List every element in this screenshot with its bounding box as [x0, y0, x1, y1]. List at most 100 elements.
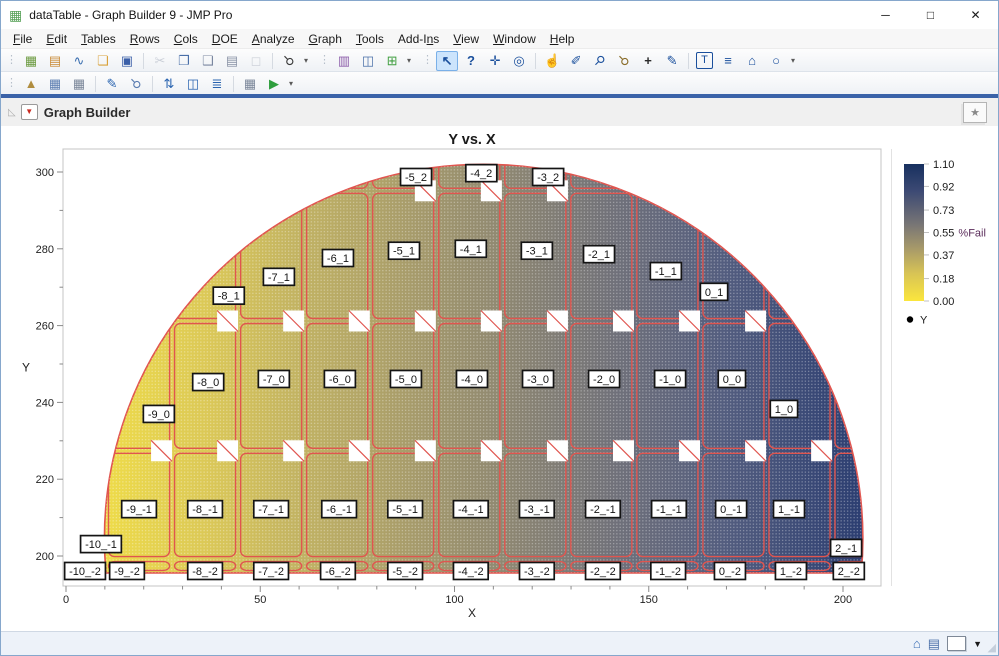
die-label: -3_-2	[524, 566, 550, 578]
copy-icon[interactable]: ❐	[173, 51, 195, 71]
journal-icon[interactable]: ▤	[221, 51, 243, 71]
distribution-icon[interactable]: ▲	[20, 74, 42, 94]
report-header: ◺ ▼ Graph Builder ★	[1, 98, 998, 127]
toolbar-overflow-icon[interactable]: ▾	[304, 56, 308, 65]
brush-tool-icon[interactable]: ✐	[565, 51, 587, 71]
resize-grip-icon[interactable]: ◢	[988, 641, 996, 654]
die-label: -8_-2	[192, 566, 218, 578]
menu-item-addins[interactable]: Add-Ins	[391, 32, 446, 46]
toolbar-separator	[688, 52, 690, 69]
red-triangle-icon: ▼	[25, 107, 34, 116]
svg-text:220: 220	[36, 474, 54, 486]
move-tool-icon[interactable]: ✛	[484, 51, 506, 71]
run-script-icon[interactable]: ▶	[263, 74, 285, 94]
menu-item-doe[interactable]: DOE	[205, 32, 245, 46]
svg-text:300: 300	[36, 167, 54, 179]
sort-columns-icon[interactable]: ⇅	[158, 74, 180, 94]
die-label: -5_0	[395, 374, 417, 386]
close-button[interactable]: ✕	[953, 1, 998, 29]
window-controls: ─ □ ✕	[863, 1, 998, 29]
lasso-tool-icon[interactable]: ⚲	[589, 51, 611, 71]
die-label: -7_-1	[258, 504, 284, 516]
svg-text:0.00: 0.00	[933, 296, 954, 308]
toolbar-grip[interactable]: ⋮	[319, 55, 330, 66]
disclosure-triangle-icon[interactable]: ◺	[8, 107, 16, 118]
toolbar-grip[interactable]: ⋮	[422, 55, 433, 66]
menu-item-window[interactable]: Window	[486, 32, 543, 46]
new-data-table-icon[interactable]: ▦	[20, 51, 42, 71]
menu-item-view[interactable]: View	[446, 32, 486, 46]
menu-item-file[interactable]: File	[6, 32, 39, 46]
svg-text:200: 200	[36, 551, 54, 563]
die-label: -7_1	[268, 272, 290, 284]
legend[interactable]: 1.10 0.92 0.73 0.55 %Fail 0.37 0.18 0.00 Y	[904, 159, 986, 327]
menu-item-help[interactable]: Help	[543, 32, 582, 46]
home-icon[interactable]: ⌂	[913, 637, 921, 650]
python-script-icon[interactable]: ∿	[68, 51, 90, 71]
lock-icon[interactable]: ◻	[245, 51, 267, 71]
die-label: -3_2	[537, 172, 559, 184]
annotate-tool-icon[interactable]: T	[696, 52, 714, 69]
menu-bar: File Edit Tables Rows Cols DOE Analyze Graph Too…	[1, 29, 998, 48]
data-filmstrip-icon[interactable]: ▥	[333, 51, 355, 71]
oval-annotation-icon[interactable]: ○	[765, 51, 787, 71]
svg-text:0.92: 0.92	[933, 181, 954, 193]
add-graph-icon[interactable]: ⊞	[381, 51, 403, 71]
menu-item-analyze[interactable]: Analyze	[245, 32, 302, 46]
help-tool-icon[interactable]: ?	[460, 51, 482, 71]
svg-text:1.10: 1.10	[933, 159, 954, 171]
open-icon[interactable]: ❏	[92, 51, 114, 71]
die-label: -4_-2	[458, 566, 484, 578]
die-label: -2_0	[593, 374, 615, 386]
svg-text:0.37: 0.37	[933, 250, 954, 262]
maximize-button[interactable]: □	[908, 1, 953, 29]
die-label: -1_0	[659, 374, 681, 386]
menu-item-graph[interactable]: Graph	[302, 32, 349, 46]
formula-table-icon[interactable]: ▦	[239, 74, 261, 94]
red-triangle-menu-button[interactable]: ▼	[20, 104, 38, 120]
publish-report-button[interactable]: ★	[963, 101, 987, 123]
tree-columns-icon[interactable]: ≣	[206, 74, 228, 94]
data-table-icon[interactable]: ▦	[44, 74, 66, 94]
report-icon[interactable]: ▤	[928, 637, 940, 650]
toolbar-grip[interactable]: ⋮	[6, 55, 17, 66]
die-label: 1_-2	[780, 566, 802, 578]
color-well[interactable]	[947, 636, 967, 651]
polygon-annotation-icon[interactable]: ⌂	[741, 51, 763, 71]
table-search-icon[interactable]: ⚲	[125, 74, 147, 94]
status-dropdown-icon[interactable]: ▼	[973, 639, 982, 649]
menu-item-tables[interactable]: Tables	[74, 32, 123, 46]
menu-item-tools[interactable]: Tools	[349, 32, 391, 46]
numeric-table-icon[interactable]: ▦	[68, 74, 90, 94]
cut-icon[interactable]: ✂	[149, 51, 171, 71]
menu-item-edit[interactable]: Edit	[39, 32, 74, 46]
menu-item-rows[interactable]: Rows	[123, 32, 167, 46]
die-label: -9_-1	[126, 504, 152, 516]
arrow-tool-icon[interactable]: ↖	[436, 50, 459, 71]
edit-note-icon[interactable]: ✎	[101, 74, 123, 94]
crosshair-tool-icon[interactable]: ◎	[508, 51, 530, 71]
app-icon: ▦	[9, 7, 23, 23]
paste-icon[interactable]: ❑	[197, 51, 219, 71]
menu-item-cols[interactable]: Cols	[167, 32, 205, 46]
grabber-tool-icon[interactable]: ☝	[541, 51, 563, 71]
search-icon[interactable]: ⚲	[278, 51, 300, 71]
zoom-tool-icon[interactable]: ⚲	[613, 51, 635, 71]
x-axis-title: X	[468, 606, 476, 620]
columns-viewer-icon[interactable]: ◫	[357, 51, 379, 71]
graph-builder-plot[interactable]: Y vs. X 0 50 100 150 200 200 220 240 260 280 300 X Y -…	[1, 126, 998, 631]
pencil-tool-icon[interactable]: ✎	[661, 51, 683, 71]
toolbar-overflow-icon[interactable]: ▾	[791, 56, 795, 65]
toolbar-grip[interactable]: ⋮	[6, 78, 17, 89]
join-columns-icon[interactable]: ◫	[182, 74, 204, 94]
toolbar-overflow-icon[interactable]: ▾	[407, 56, 411, 65]
new-journal-icon[interactable]: ▤	[44, 51, 66, 71]
crosshair-plus-icon[interactable]: +	[637, 51, 659, 71]
die-label: -2_1	[588, 249, 610, 261]
save-icon[interactable]: ▣	[116, 51, 138, 71]
svg-text:0.18: 0.18	[933, 274, 954, 286]
minimize-button[interactable]: ─	[863, 1, 908, 29]
toolbar-overflow-icon[interactable]: ▾	[289, 79, 293, 88]
line-annotation-icon[interactable]: ≡	[717, 51, 739, 71]
toolbar-separator	[272, 52, 273, 69]
